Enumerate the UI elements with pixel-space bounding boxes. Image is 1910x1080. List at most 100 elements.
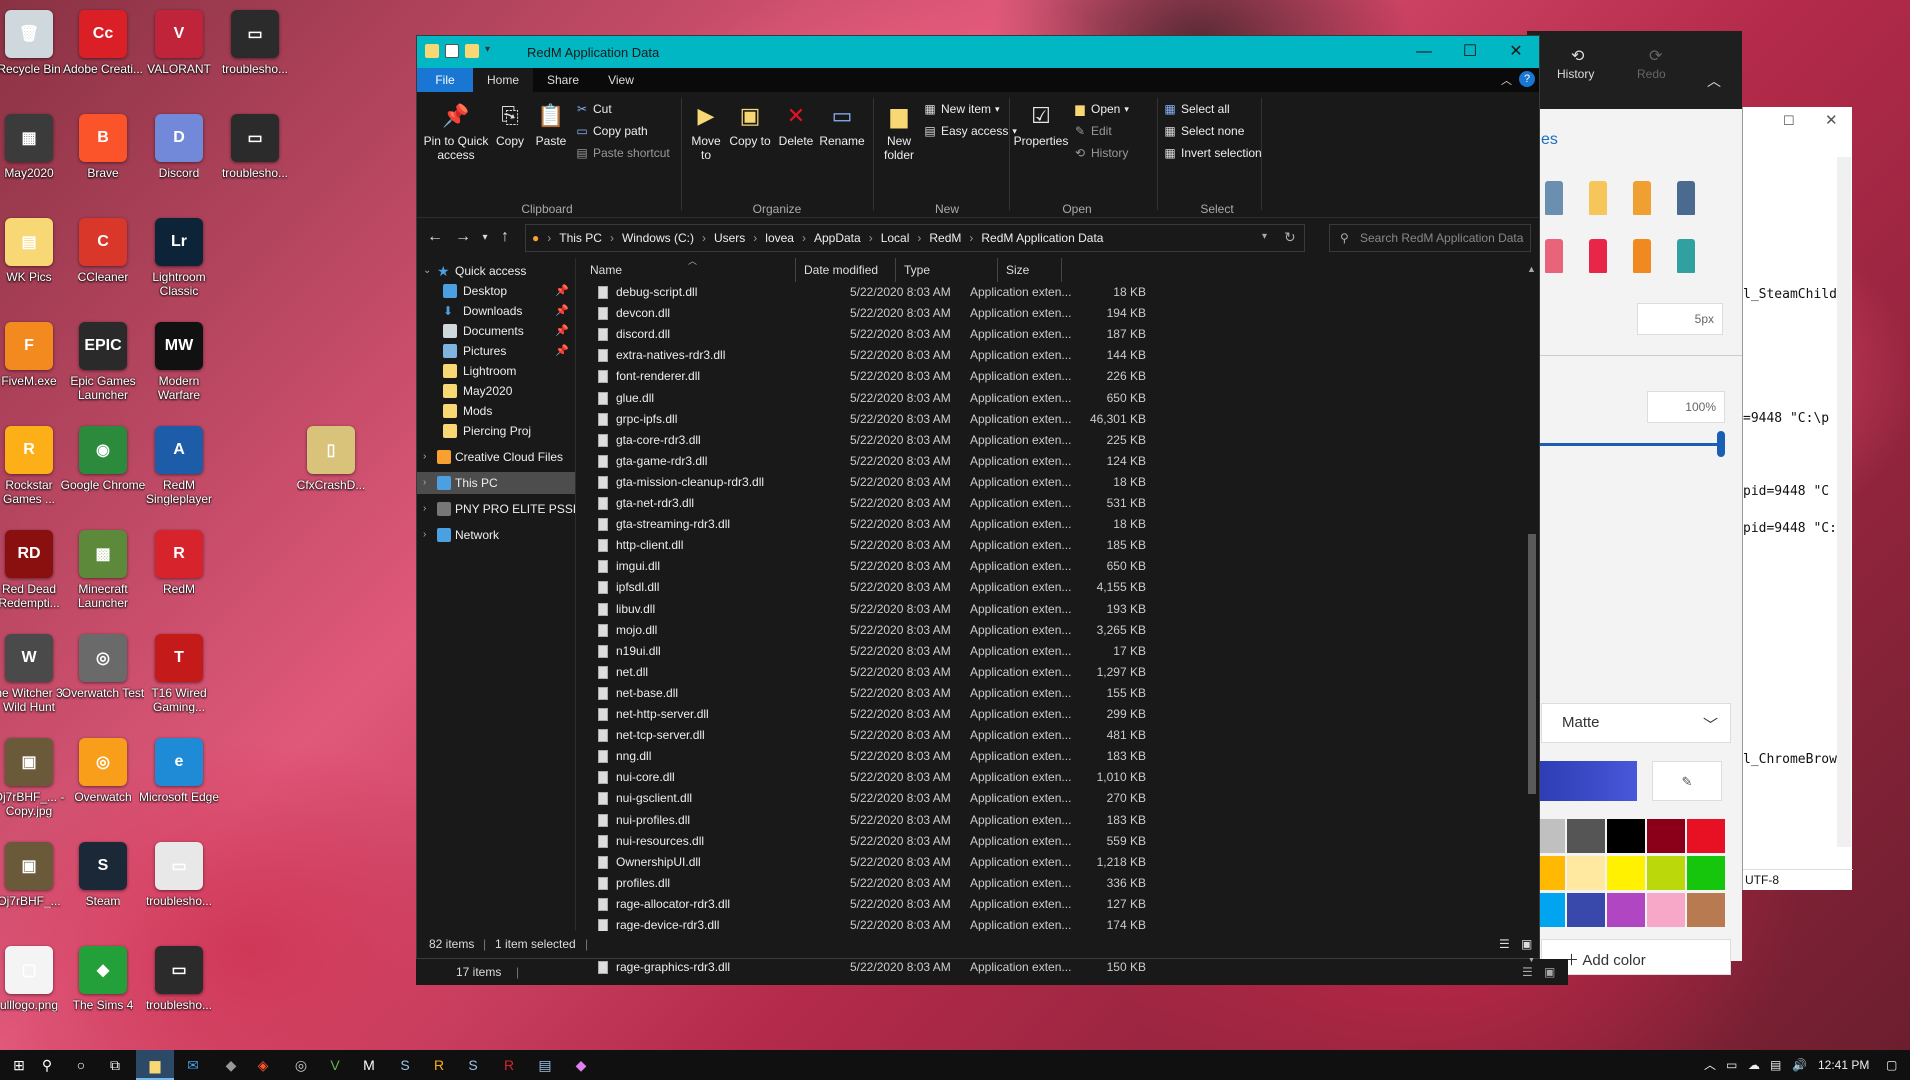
- network-icon[interactable]: ▤: [1770, 1050, 1781, 1080]
- properties-button[interactable]: ☑ Properties: [1013, 100, 1069, 148]
- desktop-icon[interactable]: ◎ Overwatch Test: [60, 630, 146, 730]
- palette-color-swatch[interactable]: [1567, 819, 1605, 853]
- clock[interactable]: 12:41 PM: [1818, 1050, 1869, 1080]
- desktop-icon[interactable]: e Microsoft Edge: [136, 734, 222, 834]
- taskbar-steam-2-icon[interactable]: S: [454, 1050, 492, 1080]
- desktop-icon[interactable]: A RedM Singleplayer: [136, 422, 222, 522]
- file-row[interactable]: net.dll 5/22/2020 8:03 AM Application exte…: [576, 662, 1156, 683]
- nav-network[interactable]: › Network: [417, 524, 575, 546]
- rename-button[interactable]: ▭ Rename: [817, 100, 867, 148]
- file-row[interactable]: mojo.dll 5/22/2020 8:03 AM Application ext…: [576, 620, 1156, 641]
- maximize-icon[interactable]: ☐: [1783, 113, 1795, 129]
- file-row[interactable]: gta-core-rdr3.dll 5/22/2020 8:03 AM Applic…: [576, 430, 1156, 451]
- onedrive-icon[interactable]: ☁: [1748, 1050, 1760, 1080]
- nav-creative-cloud[interactable]: › Creative Cloud Files: [417, 446, 575, 468]
- taskbar-app-v-icon[interactable]: V: [316, 1050, 354, 1080]
- cut-button[interactable]: ✂ Cut: [575, 102, 612, 116]
- palette-color-swatch[interactable]: [1567, 856, 1605, 890]
- volume-icon[interactable]: 🔊: [1792, 1050, 1807, 1080]
- opacity-input[interactable]: 100%: [1647, 391, 1725, 423]
- up-arrow-icon[interactable]: ↑: [495, 228, 515, 246]
- history-icon[interactable]: ⟲: [1571, 46, 1584, 66]
- breadcrumb-item[interactable]: This PC: [559, 231, 602, 245]
- customize-dropdown-icon[interactable]: ▾: [485, 44, 499, 58]
- new-folder-icon[interactable]: [465, 44, 479, 58]
- brush-tool-icon[interactable]: [1589, 181, 1607, 215]
- taskbar-redm-icon[interactable]: R: [490, 1050, 528, 1080]
- delete-button[interactable]: ✕ Delete: [775, 100, 817, 148]
- breadcrumb-separator[interactable]: ›: [547, 231, 551, 245]
- recent-locations-icon[interactable]: ▾: [475, 232, 495, 243]
- file-row[interactable]: gta-mission-cleanup-rdr3.dll 5/22/2020 8:…: [576, 472, 1156, 493]
- breadcrumb-item[interactable]: lovea: [765, 231, 794, 245]
- breadcrumb-item[interactable]: RedM Application Data: [981, 231, 1103, 245]
- close-icon[interactable]: ✕: [1825, 111, 1838, 129]
- palette-color-swatch[interactable]: [1567, 893, 1605, 927]
- brush-tool-icon[interactable]: [1677, 239, 1695, 273]
- file-row[interactable]: rage-graphics-rdr3.dll 5/22/2020 8:03 AM A…: [576, 957, 1156, 978]
- redo-icon[interactable]: ⟳: [1649, 46, 1662, 66]
- desktop-icon[interactable]: ◉ Google Chrome: [60, 422, 146, 522]
- nav-downloads[interactable]: ⬇ Downloads 📌: [417, 300, 575, 322]
- breadcrumb-item[interactable]: AppData: [814, 231, 861, 245]
- taskbar-mail-icon[interactable]: ✉: [174, 1050, 212, 1080]
- brush-tool-icon[interactable]: [1545, 181, 1563, 215]
- copy-button[interactable]: ⎘ Copy: [491, 100, 529, 148]
- finish-dropdown[interactable]: Matte ﹀: [1541, 703, 1731, 743]
- nav-may2020[interactable]: May2020: [417, 380, 575, 402]
- address-dropdown-icon[interactable]: ▾: [1262, 231, 1267, 242]
- file-row[interactable]: n19ui.dll 5/22/2020 8:03 AM Application ex…: [576, 641, 1156, 662]
- edit-button[interactable]: ✎ Edit: [1073, 124, 1112, 138]
- brush-tool-icon[interactable]: [1677, 181, 1695, 215]
- large-icons-view-icon[interactable]: ▣: [1544, 959, 1555, 985]
- desktop-icon[interactable]: ▭ troublesho...: [212, 6, 298, 106]
- file-row[interactable]: glue.dll 5/22/2020 8:03 AM Application ext…: [576, 388, 1156, 409]
- breadcrumb-separator[interactable]: ›: [869, 231, 873, 245]
- brush-tool-icon[interactable]: [1633, 181, 1651, 215]
- column-header-type[interactable]: Type: [898, 258, 998, 282]
- desktop-icon[interactable]: ◆ The Sims 4: [60, 942, 146, 1042]
- taskbar-modern-warfare-icon[interactable]: M: [350, 1050, 388, 1080]
- breadcrumb-item[interactable]: Windows (C:): [622, 231, 694, 245]
- file-row[interactable]: gta-game-rdr3.dll 5/22/2020 8:03 AM Applic…: [576, 451, 1156, 472]
- desktop-icon[interactable]: T T16 Wired Gaming...: [136, 630, 222, 730]
- file-row[interactable]: grpc-ipfs.dll 5/22/2020 8:03 AM Applicatio…: [576, 409, 1156, 430]
- file-row[interactable]: libuv.dll 5/22/2020 8:03 AM Application ex…: [576, 599, 1156, 620]
- desktop-icon[interactable]: Lr Lightroom Classic: [136, 214, 222, 314]
- file-row[interactable]: imgui.dll 5/22/2020 8:03 AM Application ex…: [576, 556, 1156, 577]
- taskbar-app-ring-icon[interactable]: ◎: [282, 1050, 320, 1080]
- desktop-icon[interactable]: R RedM: [136, 526, 222, 626]
- nav-desktop[interactable]: Desktop 📌: [417, 280, 575, 302]
- properties-icon[interactable]: [445, 44, 459, 58]
- desktop-icon[interactable]: Cc Adobe Creati...: [60, 6, 146, 106]
- nav-this-pc[interactable]: › This PC: [417, 472, 575, 494]
- desktop-icon[interactable]: B Brave: [60, 110, 146, 210]
- tab-file[interactable]: File: [417, 68, 473, 92]
- vertical-scrollbar[interactable]: ▲ ▼: [1525, 264, 1539, 964]
- palette-color-swatch[interactable]: [1647, 856, 1685, 890]
- taskbar-cortana-icon[interactable]: ○: [62, 1050, 100, 1080]
- scroll-up-icon[interactable]: ▲: [1527, 264, 1536, 274]
- file-row[interactable]: extra-natives-rdr3.dll 5/22/2020 8:03 AM A…: [576, 345, 1156, 366]
- scrollbar-thumb[interactable]: [1528, 534, 1536, 794]
- brush-tool-icon[interactable]: [1545, 239, 1563, 273]
- new-folder-button[interactable]: ▆ New folder: [877, 100, 921, 162]
- maximize-icon[interactable]: ☐: [1447, 36, 1493, 68]
- file-row[interactable]: font-renderer.dll 5/22/2020 8:03 AM Applic…: [576, 366, 1156, 387]
- copy-to-button[interactable]: ▣ Copy to: [729, 100, 771, 148]
- details-view-icon[interactable]: ☰: [1499, 931, 1510, 958]
- move-to-button[interactable]: ▶ Move to: [685, 100, 727, 162]
- file-row[interactable]: rage-allocator-rdr3.dll 5/22/2020 8:03 AM…: [576, 894, 1156, 915]
- nav-lightroom[interactable]: Lightroom: [417, 360, 575, 382]
- address-bar[interactable]: ● › This PC › Windows (C:) › Users › lovea › AppDa…: [525, 224, 1305, 252]
- easy-access-button[interactable]: ▤ Easy access ▾: [923, 124, 1017, 138]
- breadcrumb-item[interactable]: RedM: [929, 231, 961, 245]
- file-row[interactable]: nui-resources.dll 5/22/2020 8:03 AM Applic…: [576, 831, 1156, 852]
- file-row[interactable]: http-client.dll 5/22/2020 8:03 AM Applicat…: [576, 535, 1156, 556]
- palette-color-swatch[interactable]: [1687, 856, 1725, 890]
- palette-color-swatch[interactable]: [1687, 819, 1725, 853]
- file-row[interactable]: nui-core.dll 5/22/2020 8:03 AM Application…: [576, 767, 1156, 788]
- tray-app-icon[interactable]: ▭: [1726, 1050, 1737, 1080]
- thickness-input[interactable]: 5px: [1637, 303, 1723, 335]
- taskbar-steam-icon[interactable]: S: [386, 1050, 424, 1080]
